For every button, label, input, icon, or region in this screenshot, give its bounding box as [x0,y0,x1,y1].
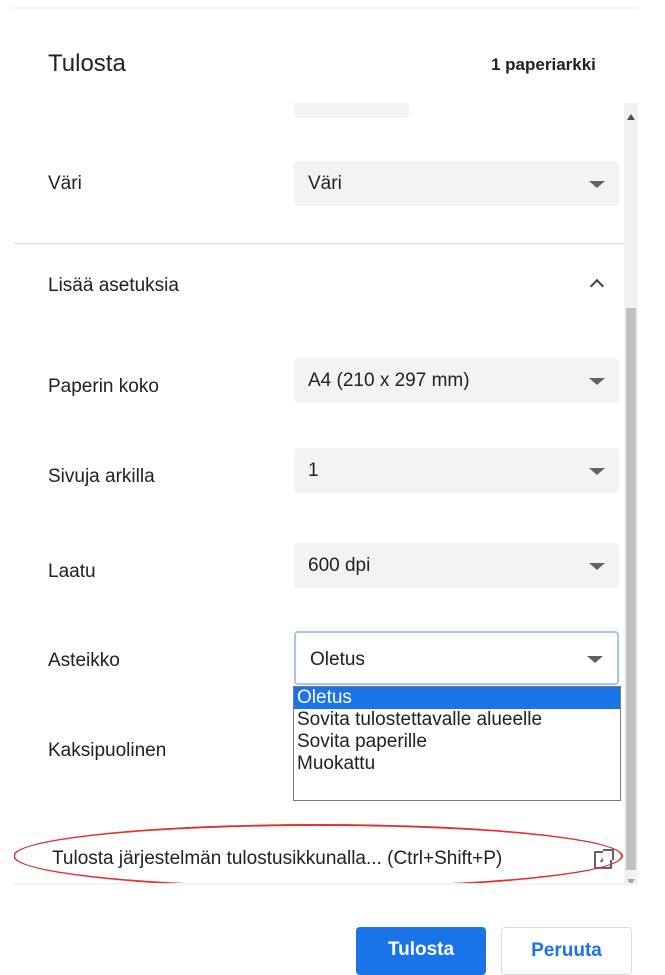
scale-option-fit-paper[interactable]: Sovita paperille [294,731,620,753]
scroll-up-icon[interactable] [627,114,635,120]
scale-select[interactable]: Oletus [294,631,619,685]
chevron-down-icon [587,656,603,663]
quality-select[interactable]: 600 dpi [294,543,619,588]
cancel-button[interactable]: Peruuta [501,927,632,975]
pages-per-sheet-label: Sivuja arkilla [48,466,155,487]
more-settings-toggle-label[interactable]: Lisää asetuksia [48,275,179,297]
chevron-up-icon[interactable] [589,278,605,294]
chevron-down-icon [589,563,605,570]
sheet-count: 1 paperiarkki [491,55,596,74]
duplex-label: Kaksipuolinen [48,740,167,761]
color-select-value: Väri [308,173,342,194]
quality-label: Laatu [48,561,96,582]
top-divider [14,7,638,9]
scale-value: Oletus [310,649,365,670]
dialog-title: Tulosta [48,50,126,77]
pages-per-sheet-value: 1 [308,460,319,481]
pages-per-sheet-select[interactable]: 1 [294,448,619,493]
chevron-down-icon [589,468,605,475]
paper-size-label: Paperin koko [48,376,159,397]
settings-panel: Väri Väri Lisää asetuksia Paperin koko A… [14,103,638,883]
scale-label: Asteikko [48,650,120,671]
color-select[interactable]: Väri [294,161,619,206]
settings-scroll-content: Väri Väri Lisää asetuksia Paperin koko A… [14,103,624,883]
paper-size-value: A4 (210 x 297 mm) [308,370,470,391]
color-label: Väri [48,173,82,194]
paper-size-select[interactable]: A4 (210 x 297 mm) [294,358,619,403]
print-button[interactable]: Tulosta [356,927,486,975]
quality-value: 600 dpi [308,555,371,576]
open-in-new-icon [594,849,614,869]
scale-option-custom[interactable]: Muokattu [294,753,620,775]
partial-setting-select[interactable] [294,103,409,118]
section-divider [14,243,624,244]
scrollbar[interactable] [624,103,638,883]
scale-option-default[interactable]: Oletus [294,687,620,709]
chevron-down-icon [589,378,605,385]
scale-dropdown-list: Oletus Sovita tulostettavalle alueelle S… [293,686,621,801]
footer-divider [14,883,638,885]
chevron-down-icon [589,181,605,188]
scrollbar-thumb[interactable] [626,308,636,870]
scale-option-fit-printable[interactable]: Sovita tulostettavalle alueelle [294,709,620,731]
system-dialog-link[interactable]: Tulosta järjestelmän tulostusikkunalla..… [52,848,502,870]
